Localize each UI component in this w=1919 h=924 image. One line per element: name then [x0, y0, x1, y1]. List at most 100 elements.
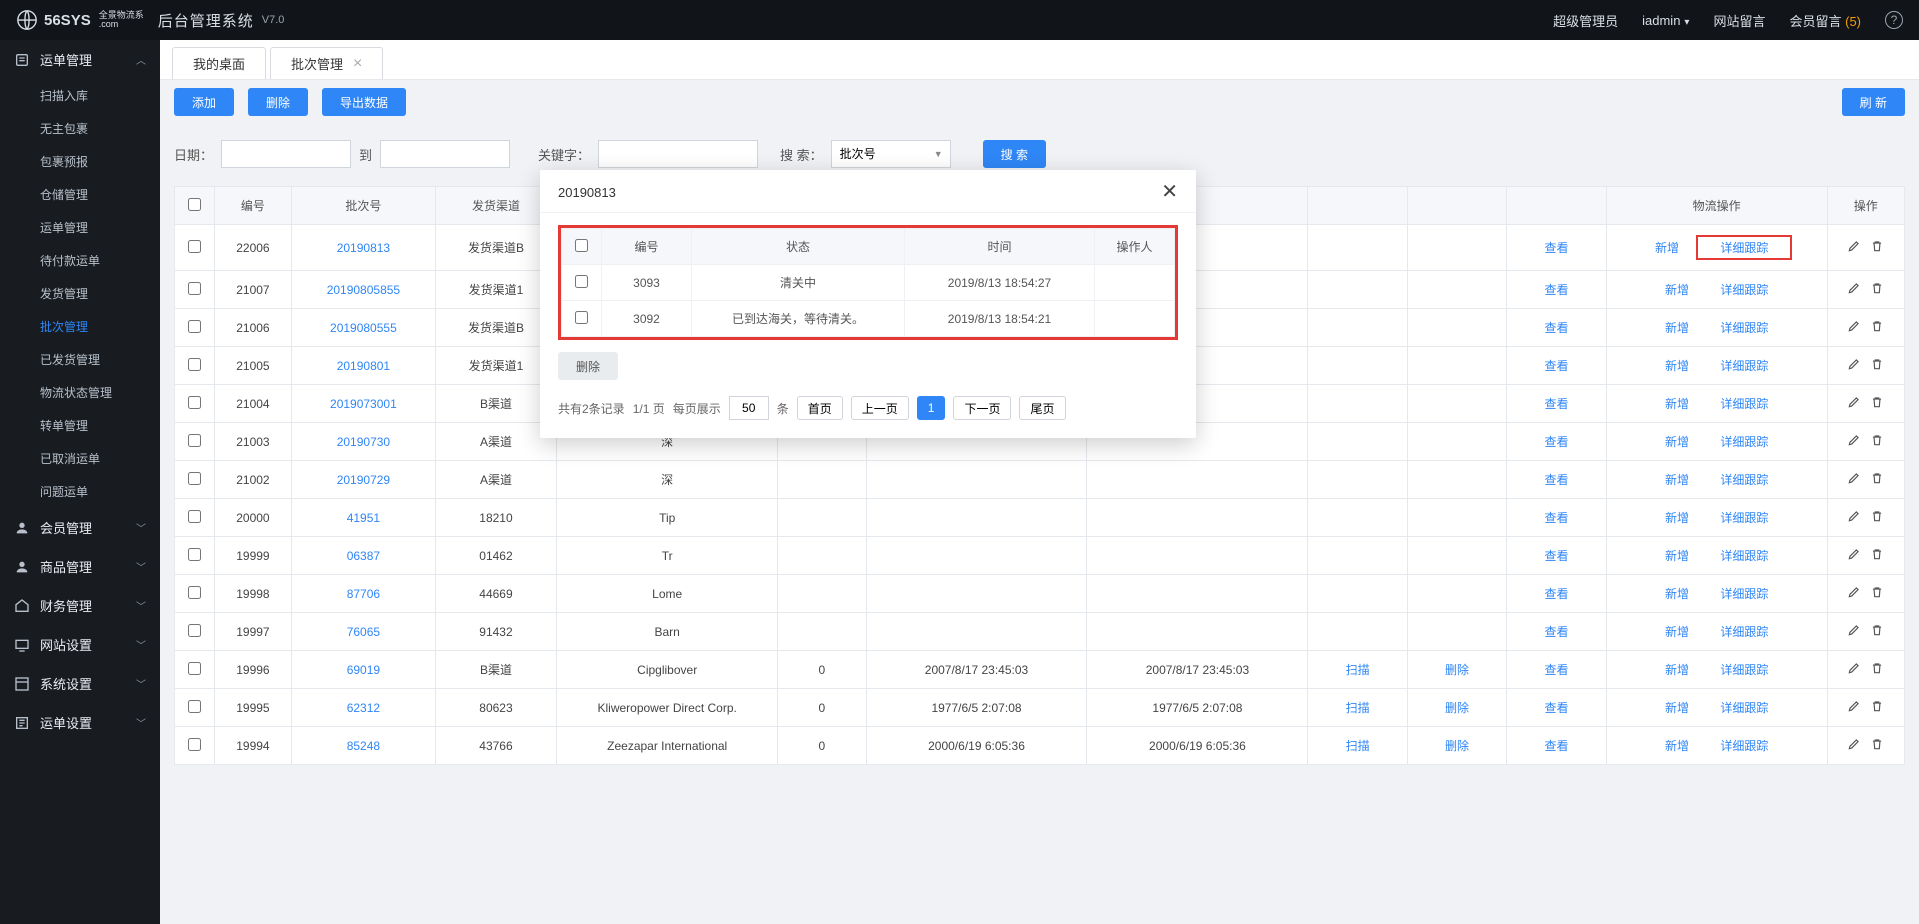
add-new-link[interactable]: 新增	[1665, 281, 1689, 298]
last-page-button[interactable]: 尾页	[1019, 396, 1065, 420]
sidebar-item[interactable]: 运单管理	[0, 211, 160, 244]
trash-icon[interactable]	[1870, 509, 1884, 523]
trash-icon[interactable]	[1870, 623, 1884, 637]
add-button[interactable]: 添加	[174, 88, 234, 116]
delete-link[interactable]: 删除	[1445, 701, 1469, 715]
edit-icon[interactable]	[1847, 585, 1861, 599]
batch-link[interactable]: 62312	[347, 701, 380, 715]
detail-track-link[interactable]: 详细跟踪	[1720, 547, 1768, 564]
edit-icon[interactable]	[1847, 433, 1861, 447]
trash-icon[interactable]	[1870, 239, 1884, 253]
view-link[interactable]: 查看	[1544, 663, 1568, 677]
batch-link[interactable]: 41951	[347, 511, 380, 525]
view-link[interactable]: 查看	[1544, 397, 1568, 411]
edit-icon[interactable]	[1847, 699, 1861, 713]
tab[interactable]: 批次管理×	[270, 47, 383, 79]
search-type-select[interactable]: 批次号	[831, 140, 951, 168]
add-new-link[interactable]: 新增	[1665, 737, 1689, 754]
modal-select-all-checkbox[interactable]	[575, 239, 588, 252]
detail-track-link[interactable]: 详细跟踪	[1720, 319, 1768, 336]
sidebar-group[interactable]: 运单管理︿	[0, 40, 160, 79]
trash-icon[interactable]	[1870, 433, 1884, 447]
sidebar-item[interactable]: 扫描入库	[0, 79, 160, 112]
view-link[interactable]: 查看	[1544, 587, 1568, 601]
view-link[interactable]: 查看	[1544, 241, 1568, 255]
add-new-link[interactable]: 新增	[1665, 623, 1689, 640]
delete-link[interactable]: 删除	[1445, 663, 1469, 677]
sidebar-group[interactable]: 商品管理﹀	[0, 547, 160, 586]
sidebar-item[interactable]: 问题运单	[0, 475, 160, 508]
export-button[interactable]: 导出数据	[322, 88, 406, 116]
date-from-input[interactable]	[221, 140, 351, 168]
sidebar-item[interactable]: 发货管理	[0, 277, 160, 310]
keyword-input[interactable]	[598, 140, 758, 168]
close-icon[interactable]: ✕	[1161, 182, 1178, 202]
edit-icon[interactable]	[1847, 547, 1861, 561]
row-checkbox[interactable]	[188, 738, 201, 751]
view-link[interactable]: 查看	[1544, 435, 1568, 449]
refresh-button[interactable]: 刷 新	[1842, 88, 1905, 116]
batch-link[interactable]: 2019080555	[330, 321, 397, 335]
scan-link[interactable]: 扫描	[1346, 701, 1370, 715]
view-link[interactable]: 查看	[1544, 625, 1568, 639]
sidebar-item[interactable]: 物流状态管理	[0, 376, 160, 409]
detail-track-link[interactable]: 详细跟踪	[1720, 509, 1768, 526]
modal-delete-button[interactable]: 删除	[558, 352, 618, 380]
trash-icon[interactable]	[1870, 699, 1884, 713]
sidebar-group[interactable]: 运单设置﹀	[0, 703, 160, 742]
site-messages-link[interactable]: 网站留言	[1713, 11, 1765, 30]
batch-link[interactable]: 85248	[347, 739, 380, 753]
first-page-button[interactable]: 首页	[797, 396, 843, 420]
batch-link[interactable]: 76065	[347, 625, 380, 639]
sidebar-item[interactable]: 仓储管理	[0, 178, 160, 211]
sidebar-group[interactable]: 会员管理﹀	[0, 508, 160, 547]
detail-track-link[interactable]: 详细跟踪	[1720, 737, 1768, 754]
search-button[interactable]: 搜 索	[983, 140, 1046, 168]
row-checkbox[interactable]	[188, 510, 201, 523]
batch-link[interactable]: 20190813	[337, 241, 390, 255]
view-link[interactable]: 查看	[1544, 473, 1568, 487]
close-icon[interactable]: ×	[353, 56, 362, 72]
row-checkbox[interactable]	[188, 434, 201, 447]
detail-track-link[interactable]: 详细跟踪	[1720, 661, 1768, 678]
edit-icon[interactable]	[1847, 623, 1861, 637]
row-checkbox[interactable]	[188, 548, 201, 561]
sidebar-group[interactable]: 系统设置﹀	[0, 664, 160, 703]
view-link[interactable]: 查看	[1544, 701, 1568, 715]
batch-link[interactable]: 20190805855	[327, 283, 400, 297]
modal-row-checkbox[interactable]	[575, 311, 588, 324]
tab[interactable]: 我的桌面	[172, 47, 266, 79]
row-checkbox[interactable]	[188, 662, 201, 675]
add-new-link[interactable]: 新增	[1665, 661, 1689, 678]
batch-link[interactable]: 87706	[347, 587, 380, 601]
edit-icon[interactable]	[1847, 319, 1861, 333]
row-checkbox[interactable]	[188, 396, 201, 409]
edit-icon[interactable]	[1847, 357, 1861, 371]
add-new-link[interactable]: 新增	[1665, 471, 1689, 488]
sidebar-item[interactable]: 待付款运单	[0, 244, 160, 277]
delete-button[interactable]: 删除	[248, 88, 308, 116]
add-new-link[interactable]: 新增	[1665, 395, 1689, 412]
add-new-link[interactable]: 新增	[1665, 433, 1689, 450]
sidebar-item[interactable]: 已取消运单	[0, 442, 160, 475]
trash-icon[interactable]	[1870, 737, 1884, 751]
row-checkbox[interactable]	[188, 700, 201, 713]
scan-link[interactable]: 扫描	[1346, 739, 1370, 753]
sidebar-item[interactable]: 已发货管理	[0, 343, 160, 376]
add-new-link[interactable]: 新增	[1665, 699, 1689, 716]
delete-link[interactable]: 删除	[1445, 739, 1469, 753]
username-dropdown[interactable]: iadmin▾	[1642, 13, 1689, 28]
edit-icon[interactable]	[1847, 281, 1861, 295]
sidebar-item[interactable]: 批次管理	[0, 310, 160, 343]
row-checkbox[interactable]	[188, 586, 201, 599]
trash-icon[interactable]	[1870, 395, 1884, 409]
scan-link[interactable]: 扫描	[1346, 663, 1370, 677]
select-all-checkbox[interactable]	[188, 198, 201, 211]
batch-link[interactable]: 06387	[347, 549, 380, 563]
prev-page-button[interactable]: 上一页	[851, 396, 909, 420]
trash-icon[interactable]	[1870, 585, 1884, 599]
edit-icon[interactable]	[1847, 661, 1861, 675]
detail-track-link[interactable]: 详细跟踪	[1720, 433, 1768, 450]
row-checkbox[interactable]	[188, 624, 201, 637]
edit-icon[interactable]	[1847, 395, 1861, 409]
